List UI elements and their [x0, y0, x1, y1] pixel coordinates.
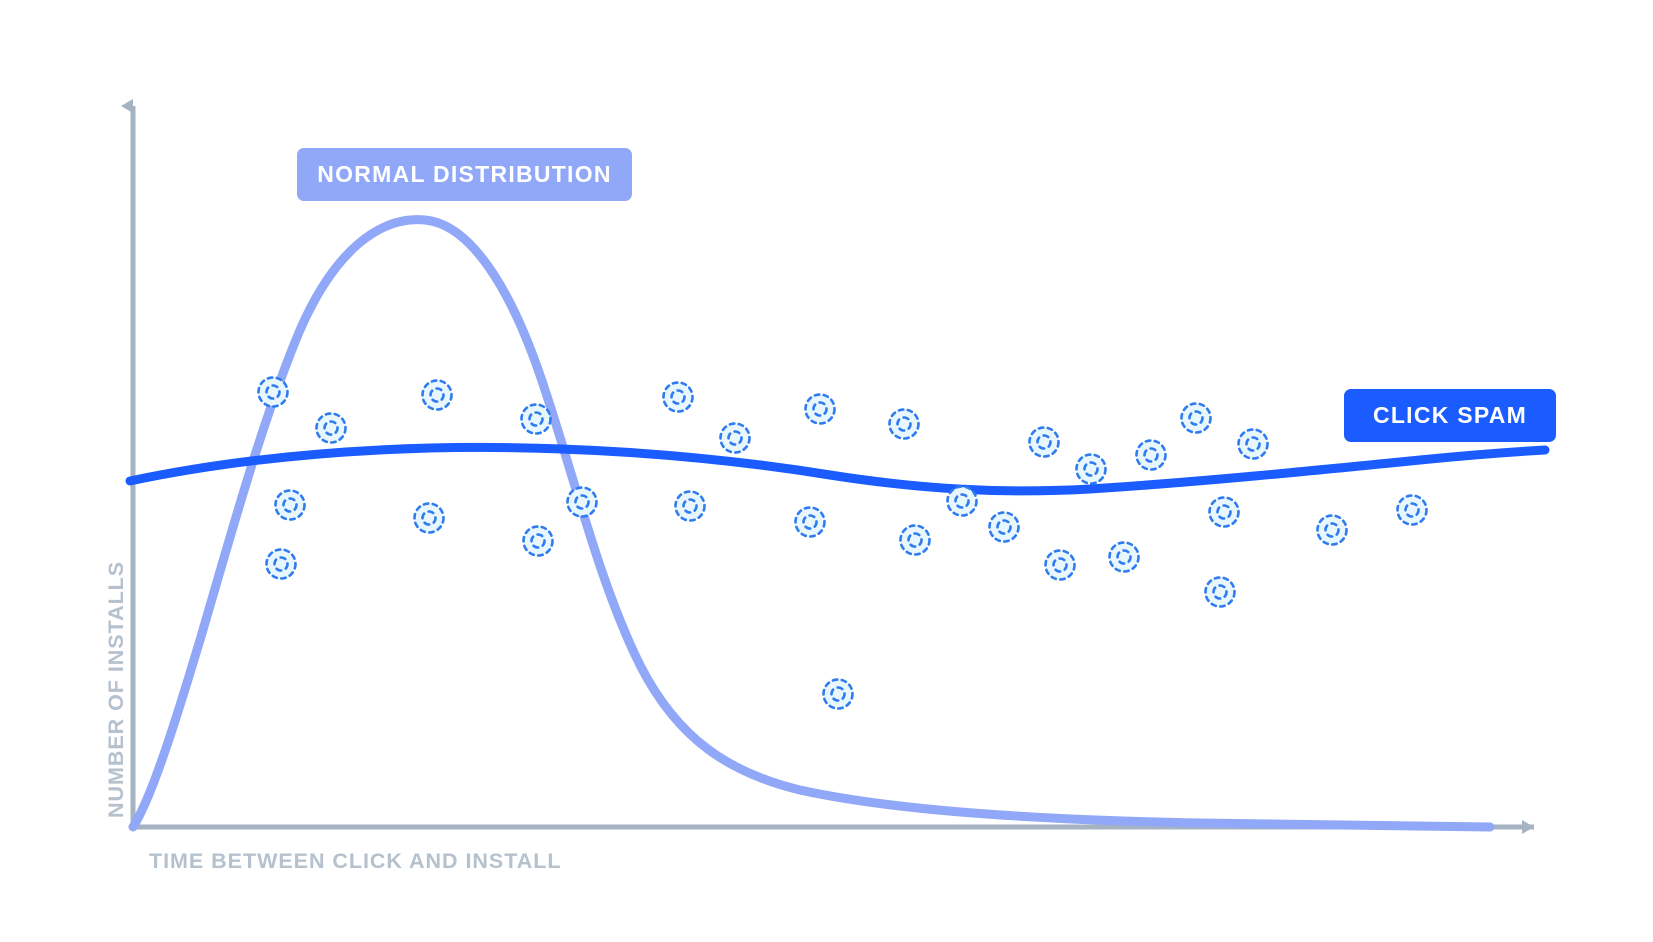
scatter-point — [1075, 453, 1107, 485]
scatter-point — [265, 548, 297, 580]
click-spam-curve — [125, 442, 1550, 496]
scatter-point — [674, 490, 706, 522]
scatter-point — [520, 403, 552, 435]
scatter-points-group — [257, 376, 1428, 710]
scatter-point — [988, 511, 1020, 543]
scatter-point — [274, 489, 306, 521]
scatter-point — [1204, 576, 1236, 608]
scatter-point — [822, 678, 854, 710]
chart-canvas — [121, 99, 1550, 834]
scatter-point — [315, 412, 347, 444]
scatter-point — [413, 502, 445, 534]
scatter-point — [1028, 426, 1060, 458]
scatter-point — [719, 422, 751, 454]
scatter-point — [566, 486, 598, 518]
scatter-point — [522, 525, 554, 557]
scatter-point — [1135, 439, 1167, 471]
legend-badge-normal-distribution-label: NORMAL DISTRIBUTION — [317, 161, 612, 187]
scatter-point — [662, 381, 694, 413]
scatter-point — [804, 393, 836, 425]
scatter-point — [1316, 514, 1348, 546]
scatter-point — [1208, 496, 1240, 528]
scatter-point — [899, 524, 931, 556]
scatter-point — [1396, 494, 1428, 526]
scatter-point — [421, 379, 453, 411]
scatter-point — [1108, 541, 1140, 573]
scatter-point — [794, 506, 826, 538]
legend-badge-normal-distribution[interactable]: NORMAL DISTRIBUTION — [297, 148, 632, 201]
legend-badge-click-spam-label: CLICK SPAM — [1372, 402, 1528, 428]
y-axis-label: NUMBER OF INSTALLS — [104, 560, 128, 818]
legend-badge-click-spam[interactable]: CLICK SPAM — [1344, 389, 1556, 442]
scatter-point — [1180, 402, 1212, 434]
x-axis-label: TIME BETWEEN CLICK AND INSTALL — [149, 849, 562, 873]
scatter-point — [1237, 428, 1269, 460]
scatter-point — [888, 408, 920, 440]
scatter-point — [1044, 549, 1076, 581]
chart-container: NORMAL DISTRIBUTION CLICK SPAM NUMBER OF… — [0, 0, 1653, 942]
